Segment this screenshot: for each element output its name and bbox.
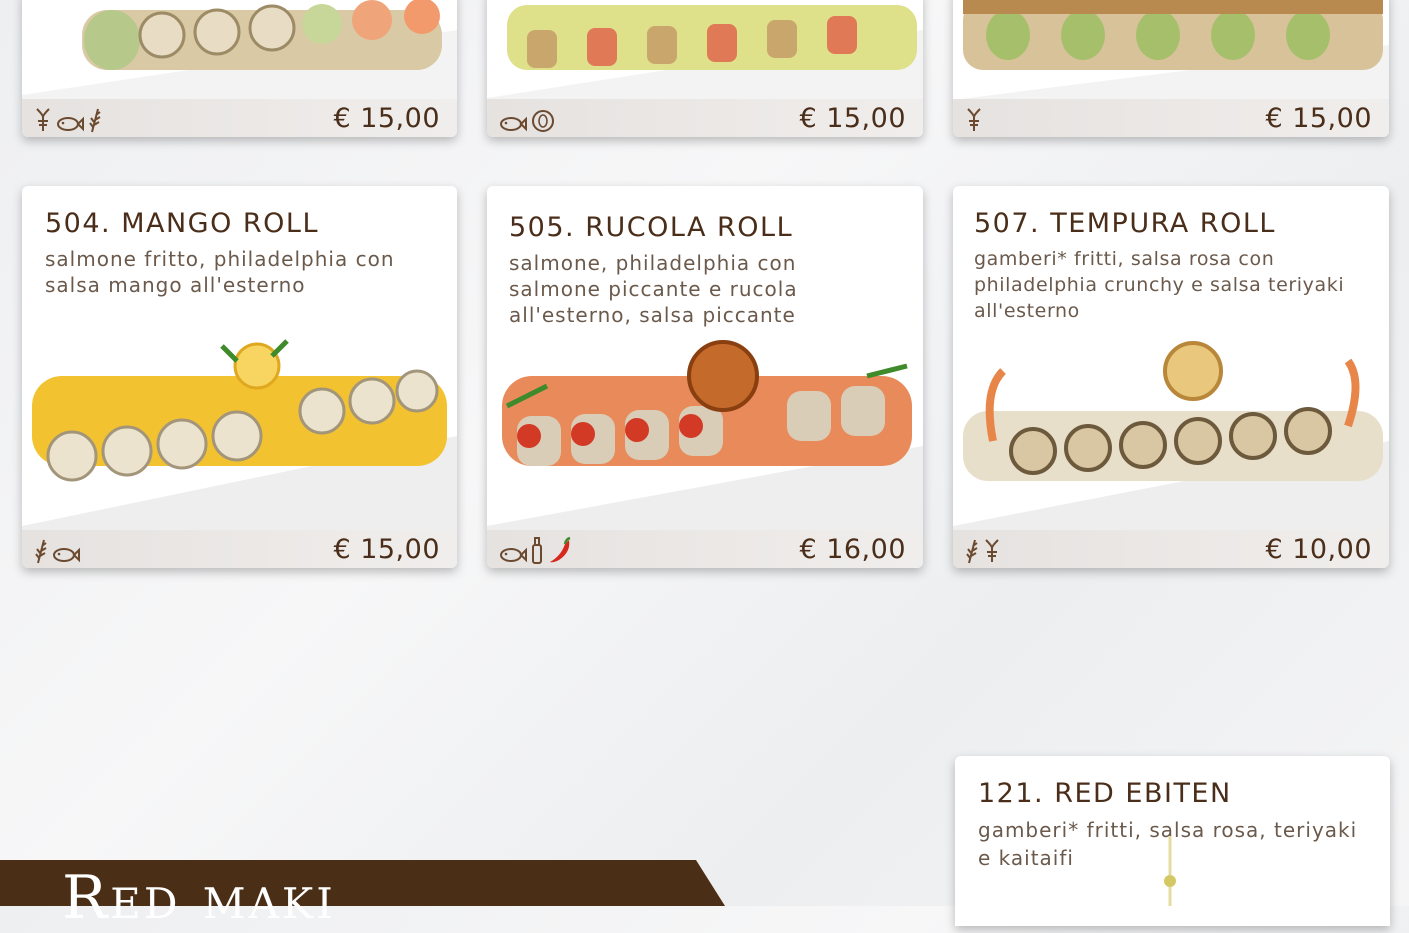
menu-card-tempura-roll: 507. TEMPURA ROLL gamberi* fritti, salsa… bbox=[953, 186, 1389, 568]
chili-icon bbox=[547, 536, 573, 564]
allergen-icons bbox=[34, 538, 80, 564]
shrimp-icon bbox=[34, 107, 52, 133]
menu-card-mango-roll: 504. MANGO ROLL salmone fritto, philadel… bbox=[22, 186, 457, 568]
price: € 15,00 bbox=[333, 534, 440, 565]
card-footer: € 15,00 bbox=[22, 99, 457, 137]
wheat-icon bbox=[88, 107, 102, 133]
price: € 15,00 bbox=[333, 103, 440, 134]
skewer-decoration bbox=[1164, 836, 1176, 906]
sushi-photo bbox=[487, 0, 923, 100]
item-description: salmone fritto, philadelphia con salsa m… bbox=[45, 247, 395, 297]
card-footer: € 15,00 bbox=[487, 99, 923, 137]
fish-icon bbox=[56, 115, 84, 133]
menu-card-top-3: € 15,00 bbox=[953, 0, 1389, 137]
menu-card-red-ebiten: 121. RED EBITEN gamberi* fritti, salsa r… bbox=[955, 756, 1390, 926]
card-footer: € 10,00 bbox=[953, 530, 1389, 568]
fish-icon bbox=[499, 115, 527, 133]
allergen-icons bbox=[965, 538, 1001, 564]
card-footer: € 16,00 bbox=[487, 530, 923, 568]
sushi-photo bbox=[487, 336, 923, 531]
item-description: gamberi* fritti, salsa rosa con philadel… bbox=[974, 248, 1345, 322]
allergen-icons bbox=[499, 107, 555, 133]
item-title: 504. MANGO ROLL bbox=[45, 208, 320, 239]
fish-icon bbox=[52, 546, 80, 564]
menu-card-top-1: € 15,00 bbox=[22, 0, 457, 137]
item-title: 121. RED EBITEN bbox=[978, 778, 1232, 809]
sushi-photo bbox=[22, 0, 457, 100]
allergen-icons bbox=[499, 536, 573, 564]
fish-icon bbox=[499, 546, 527, 564]
section-title: Red maki bbox=[62, 863, 336, 933]
sushi-photo bbox=[953, 0, 1389, 100]
sauce-bottle-icon bbox=[531, 536, 543, 564]
price: € 10,00 bbox=[1265, 534, 1372, 565]
sushi-photo bbox=[953, 331, 1389, 531]
menu-card-top-2: € 15,00 bbox=[487, 0, 923, 137]
shrimp-icon bbox=[965, 107, 983, 133]
sushi-photo bbox=[22, 326, 457, 531]
menu-card-rucola-roll: 505. RUCOLA ROLL salmone, philadelphia c… bbox=[487, 186, 923, 568]
wheat-icon bbox=[34, 538, 48, 564]
card-footer: € 15,00 bbox=[953, 99, 1389, 137]
sesame-icon bbox=[531, 107, 555, 133]
allergen-icons bbox=[34, 107, 102, 133]
item-title: 507. TEMPURA ROLL bbox=[974, 208, 1276, 239]
allergen-icons bbox=[965, 107, 983, 133]
card-footer: € 15,00 bbox=[22, 530, 457, 568]
wheat-icon bbox=[965, 538, 979, 564]
price: € 16,00 bbox=[799, 534, 906, 565]
price: € 15,00 bbox=[1265, 103, 1372, 134]
price: € 15,00 bbox=[799, 103, 906, 134]
shrimp-icon bbox=[983, 538, 1001, 564]
item-title: 505. RUCOLA ROLL bbox=[509, 212, 794, 243]
item-description: salmone, philadelphia con salmone piccan… bbox=[509, 251, 798, 327]
